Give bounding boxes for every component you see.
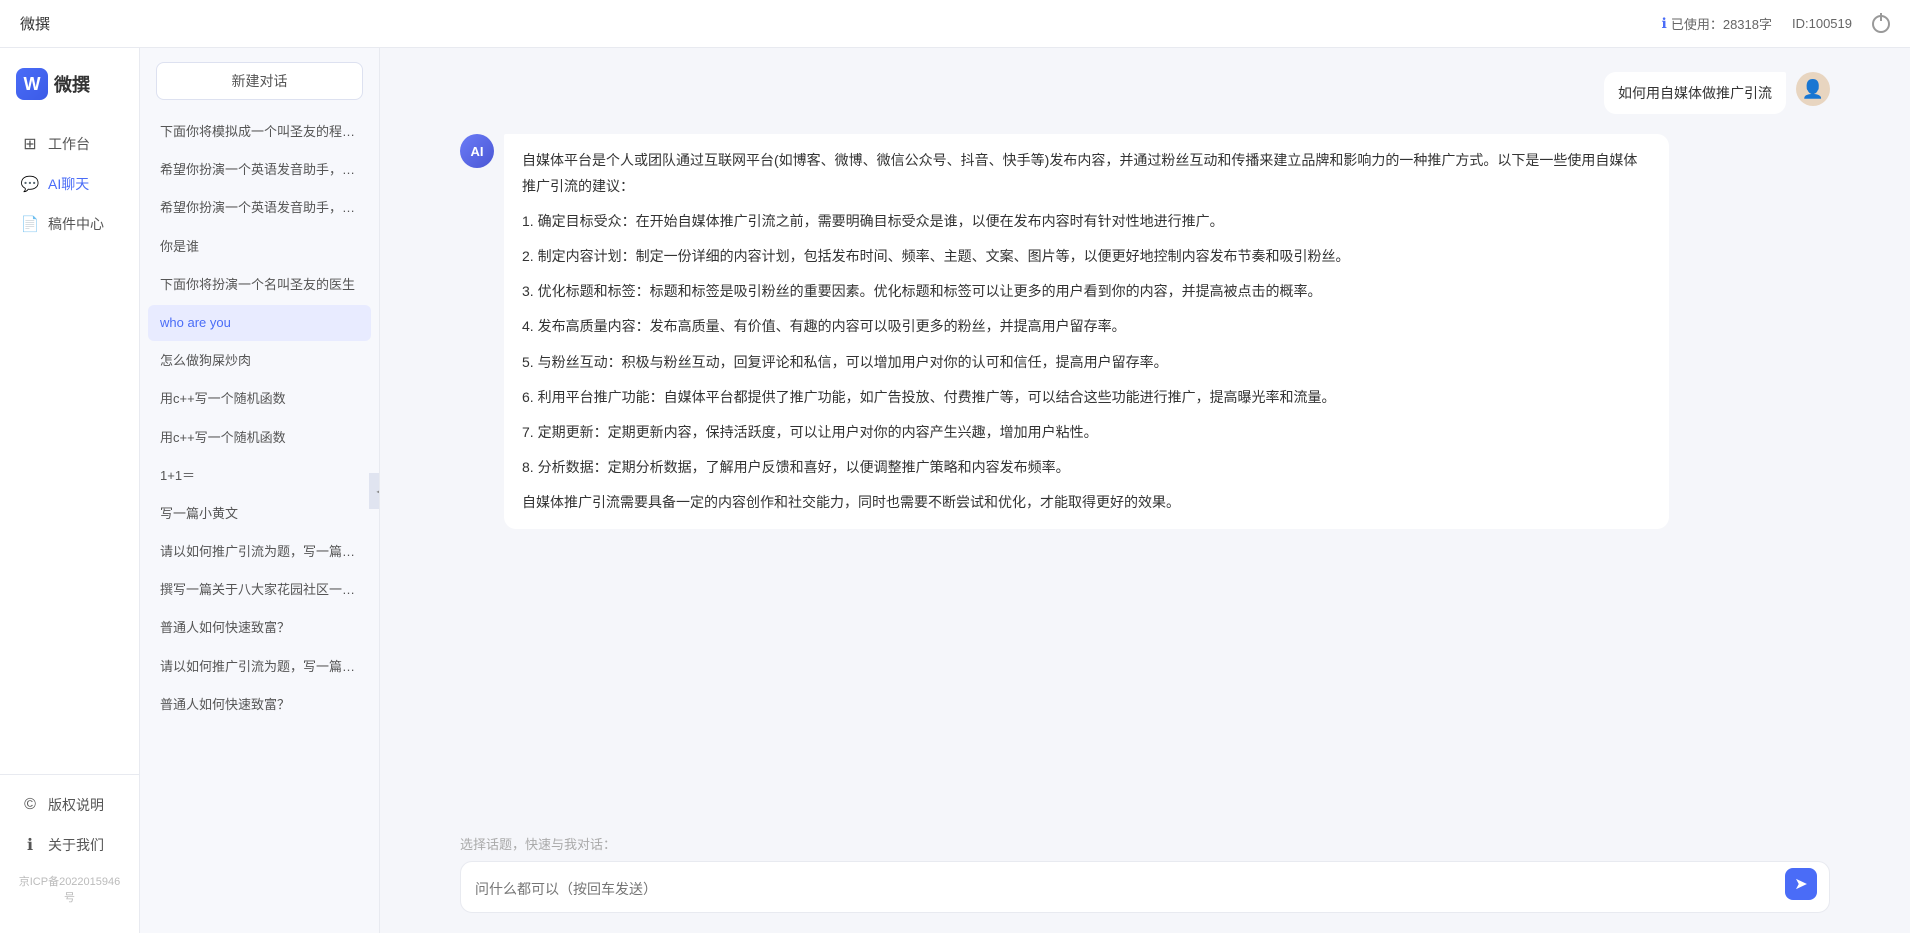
list-item[interactable]: 用c++写一个随机函数 <box>148 420 371 456</box>
chat-input[interactable] <box>475 879 1779 895</box>
ai-avatar: AI <box>460 134 494 168</box>
sidebar-toggle[interactable]: ◀ <box>369 473 380 509</box>
list-item[interactable]: 下面你将扮演一个名叫圣友的医生 <box>148 267 371 303</box>
send-button[interactable]: ➤ <box>1785 868 1817 900</box>
list-item[interactable]: 1+1＝ <box>148 458 371 494</box>
logo-text: 微撰 <box>54 71 90 97</box>
conversation-list: 下面你将模拟成一个叫圣友的程序员，我说... 希望你扮演一个英语发音助手，我提供… <box>140 114 379 933</box>
list-item-active[interactable]: who are you <box>148 305 371 341</box>
ai-para-6: 6. 利用平台推广功能：自媒体平台都提供了推广功能，如广告投放、付费推广等，可以… <box>522 385 1651 410</box>
ai-avatar-label: AI <box>471 144 484 159</box>
topbar-usage: ℹ 已使用：28318字 <box>1662 14 1772 33</box>
list-item[interactable]: 撰写一篇关于八大家花园社区一刻钟便民生... <box>148 572 371 608</box>
chat-area: 如何用自媒体做推广引流 👤 AI 自媒体平台是个人或团队通过互联网平台(如博客、… <box>380 48 1910 933</box>
ai-para-1: 1. 确定目标受众：在开始自媒体推广引流之前，需要明确目标受众是谁，以便在发布内… <box>522 209 1651 234</box>
topbar: 微撰 ℹ 已使用：28318字 ID:100519 <box>0 0 1910 48</box>
user-message-text: 如何用自媒体做推广引流 <box>1618 85 1772 101</box>
list-item[interactable]: 普通人如何快速致富？ <box>148 610 371 646</box>
drafts-icon: 📄 <box>20 214 40 234</box>
list-item[interactable]: 希望你扮演一个英语发音助手，我提供给你... <box>148 152 371 188</box>
list-item[interactable]: 你是谁 <box>148 229 371 265</box>
usage-text: 已使用：28318字 <box>1671 14 1772 33</box>
sidebar-item-drafts[interactable]: 📄 稿件中心 <box>0 204 139 244</box>
topbar-right: ℹ 已使用：28318字 ID:100519 <box>1662 14 1890 33</box>
send-icon: ➤ <box>1794 874 1807 894</box>
ai-para-7: 7. 定期更新：定期更新内容，保持活跃度，可以让用户对你的内容产生兴趣，增加用户… <box>522 420 1651 445</box>
topbar-title: 微撰 <box>20 13 50 34</box>
new-conversation-button[interactable]: 新建对话 <box>156 62 363 100</box>
quick-select-label: 选择话题，快速与我对话： <box>460 834 1830 853</box>
about-label: 关于我们 <box>48 835 104 855</box>
list-item[interactable]: 写一篇小黄文 <box>148 496 371 532</box>
aichat-icon: 💬 <box>20 174 40 194</box>
sidebar-item-aichat[interactable]: 💬 AI聊天 <box>0 164 139 204</box>
list-item[interactable]: 请以如何推广引流为题，写一篇大纲 <box>148 534 371 570</box>
logo-icon: W <box>16 68 48 100</box>
list-item[interactable]: 下面你将模拟成一个叫圣友的程序员，我说... <box>148 114 371 150</box>
chat-messages: 如何用自媒体做推广引流 👤 AI 自媒体平台是个人或团队通过互联网平台(如博客、… <box>380 48 1910 822</box>
list-item[interactable]: 普通人如何快速致富？ <box>148 687 371 723</box>
list-item[interactable]: 怎么做狗屎炒肉 <box>148 343 371 379</box>
topbar-id: ID:100519 <box>1792 16 1852 31</box>
conversation-sidebar: 新建对话 下面你将模拟成一个叫圣友的程序员，我说... 希望你扮演一个英语发音助… <box>140 48 380 933</box>
workbench-icon: ⊞ <box>20 134 40 154</box>
power-button[interactable] <box>1872 15 1890 33</box>
user-avatar-icon: 👤 <box>1802 79 1824 100</box>
ai-para-8: 8. 分析数据：定期分析数据，了解用户反馈和喜好，以便调整推广策略和内容发布频率… <box>522 455 1651 480</box>
ai-message: AI 自媒体平台是个人或团队通过互联网平台(如博客、微博、微信公众号、抖音、快手… <box>460 134 1830 529</box>
copyright-label: 版权说明 <box>48 795 104 815</box>
icp-text: 京ICP备2022015946号 <box>0 865 139 913</box>
sidebar-item-about[interactable]: ℹ 关于我们 <box>0 825 139 865</box>
ai-para-0: 自媒体平台是个人或团队通过互联网平台(如博客、微博、微信公众号、抖音、快手等)发… <box>522 148 1651 198</box>
user-bubble: 如何用自媒体做推广引流 <box>1604 72 1786 114</box>
ai-para-9: 自媒体推广引流需要具备一定的内容创作和社交能力，同时也需要不断尝试和优化，才能取… <box>522 490 1651 515</box>
about-icon: ℹ <box>20 835 40 855</box>
ai-bubble: 自媒体平台是个人或团队通过互联网平台(如博客、微博、微信公众号、抖音、快手等)发… <box>504 134 1669 529</box>
chat-input-box: ➤ <box>460 861 1830 913</box>
drafts-label: 稿件中心 <box>48 214 104 234</box>
chat-input-area: 选择话题，快速与我对话： ➤ <box>380 822 1910 933</box>
workbench-label: 工作台 <box>48 134 90 154</box>
logo-area: W 微撰 <box>0 68 139 124</box>
sidebar-item-workbench[interactable]: ⊞ 工作台 <box>0 124 139 164</box>
ai-para-5: 5. 与粉丝互动：积极与粉丝互动，回复评论和私信，可以增加用户对你的认可和信任，… <box>522 350 1651 375</box>
aichat-label: AI聊天 <box>48 174 89 194</box>
left-nav: W 微撰 ⊞ 工作台 💬 AI聊天 📄 稿件中心 © 版权说明 ℹ 关于我们 京… <box>0 48 140 933</box>
info-icon: ℹ <box>1662 15 1667 32</box>
list-item[interactable]: 请以如何推广引流为题，写一篇大纲 <box>148 649 371 685</box>
ai-para-3: 3. 优化标题和标签：标题和标签是吸引粉丝的重要因素。优化标题和标签可以让更多的… <box>522 279 1651 304</box>
user-avatar: 👤 <box>1796 72 1830 106</box>
ai-para-2: 2. 制定内容计划：制定一份详细的内容计划，包括发布时间、频率、主题、文案、图片… <box>522 244 1651 269</box>
nav-bottom: © 版权说明 ℹ 关于我们 京ICP备2022015946号 <box>0 774 139 913</box>
list-item[interactable]: 用c++写一个随机函数 <box>148 381 371 417</box>
ai-para-4: 4. 发布高质量内容：发布高质量、有价值、有趣的内容可以吸引更多的粉丝，并提高用… <box>522 314 1651 339</box>
user-message: 如何用自媒体做推广引流 👤 <box>460 72 1830 114</box>
list-item[interactable]: 希望你扮演一个英语发音助手，我提供给你... <box>148 190 371 226</box>
copyright-icon: © <box>20 795 40 815</box>
logo-letter: W <box>24 74 41 95</box>
sidebar-item-copyright[interactable]: © 版权说明 <box>0 785 139 825</box>
main-layout: W 微撰 ⊞ 工作台 💬 AI聊天 📄 稿件中心 © 版权说明 ℹ 关于我们 京… <box>0 48 1910 933</box>
